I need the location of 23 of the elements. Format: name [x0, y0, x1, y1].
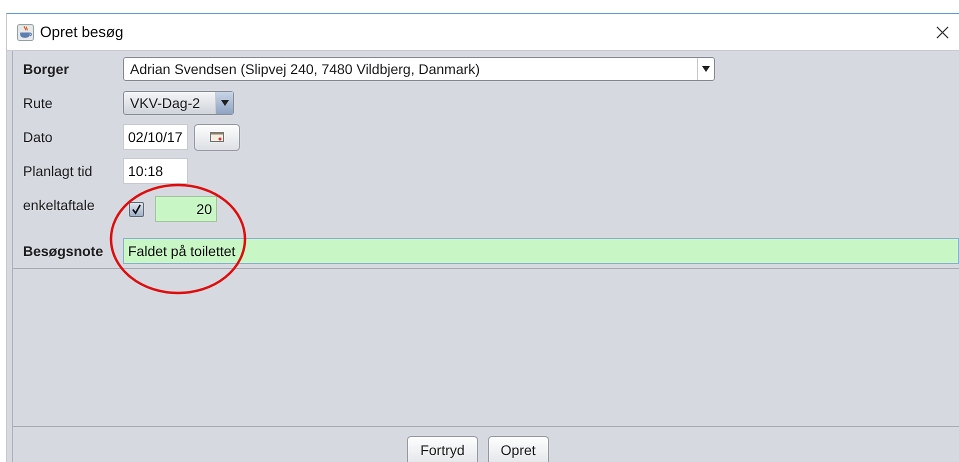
dialog-button[interactable]: Fortryd: [407, 436, 478, 462]
coffee-cup-icon: [17, 24, 34, 40]
number-field[interactable]: 20: [155, 196, 217, 222]
dropdown[interactable]: Adrian Svendsen (Slipvej 240, 7480 Vildbjerg, Danmark): [123, 57, 715, 81]
text-field[interactable]: Faldet på toilettet: [123, 238, 959, 264]
field-label: Dato: [23, 129, 54, 145]
field-label: Planlagt tid: [23, 163, 94, 179]
checkbox[interactable]: [129, 202, 144, 216]
text-field[interactable]: 10:18: [123, 158, 188, 184]
checkmark-icon: [131, 204, 142, 214]
field-label: enkeltaftale: [23, 197, 96, 213]
caret-icon: [702, 66, 710, 72]
calendar-icon: [210, 132, 224, 142]
field-label: Rute: [23, 95, 54, 111]
calendar-button[interactable]: [194, 124, 240, 150]
caret-icon: [220, 100, 228, 106]
dropdown[interactable]: VKV-Dag-2: [123, 91, 234, 115]
field-label: Borger: [23, 61, 70, 77]
date-field[interactable]: 02/10/17: [123, 124, 188, 150]
window-title: Opret besøg: [40, 24, 124, 40]
close-icon[interactable]: [936, 26, 949, 38]
dialog-button[interactable]: Opret: [488, 436, 549, 462]
field-label: Besøgsnote: [23, 243, 104, 259]
